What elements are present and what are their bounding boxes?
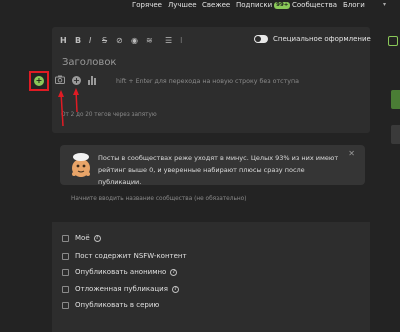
help-icon[interactable]: ? — [93, 234, 101, 242]
help-icon[interactable]: ? — [171, 285, 179, 293]
close-icon[interactable]: ✕ — [348, 149, 355, 158]
community-notice: Посты в сообществах реже уходят в минус.… — [60, 145, 365, 186]
option-nsfw[interactable]: Пост содержит NSFW-контент — [62, 251, 187, 261]
side-button-secondary[interactable] — [391, 125, 400, 144]
notice-text: Посты в сообществах реже уходят в минус.… — [98, 154, 339, 186]
help-icon[interactable]: ? — [170, 268, 178, 276]
option-anonymous[interactable]: Опубликовать анонимно ? — [62, 267, 178, 277]
option-label: Моё — [75, 234, 90, 242]
checkbox[interactable] — [62, 285, 69, 293]
option-label: Отложенная публикация — [75, 285, 168, 293]
post-options: Моё ? Пост содержит NSFW-контент Опублик… — [52, 222, 370, 332]
side-button-primary[interactable] — [391, 90, 400, 109]
option-series[interactable]: Опубликовать в серию — [62, 300, 159, 310]
option-scheduled[interactable]: Отложенная публикация ? — [62, 284, 179, 294]
option-label: Пост содержит NSFW-контент — [75, 252, 187, 260]
checkbox[interactable] — [62, 301, 69, 309]
option-mine[interactable]: Моё ? — [62, 233, 101, 243]
checkbox[interactable] — [62, 268, 69, 276]
option-label: Опубликовать анонимно — [75, 268, 167, 276]
edit-icon[interactable] — [388, 36, 398, 46]
community-input[interactable]: Начните вводить название сообщества (не … — [71, 196, 246, 202]
mascot-icon — [68, 151, 94, 179]
checkbox[interactable] — [62, 252, 69, 260]
checkbox[interactable] — [62, 234, 69, 242]
option-label: Опубликовать в серию — [75, 301, 160, 309]
